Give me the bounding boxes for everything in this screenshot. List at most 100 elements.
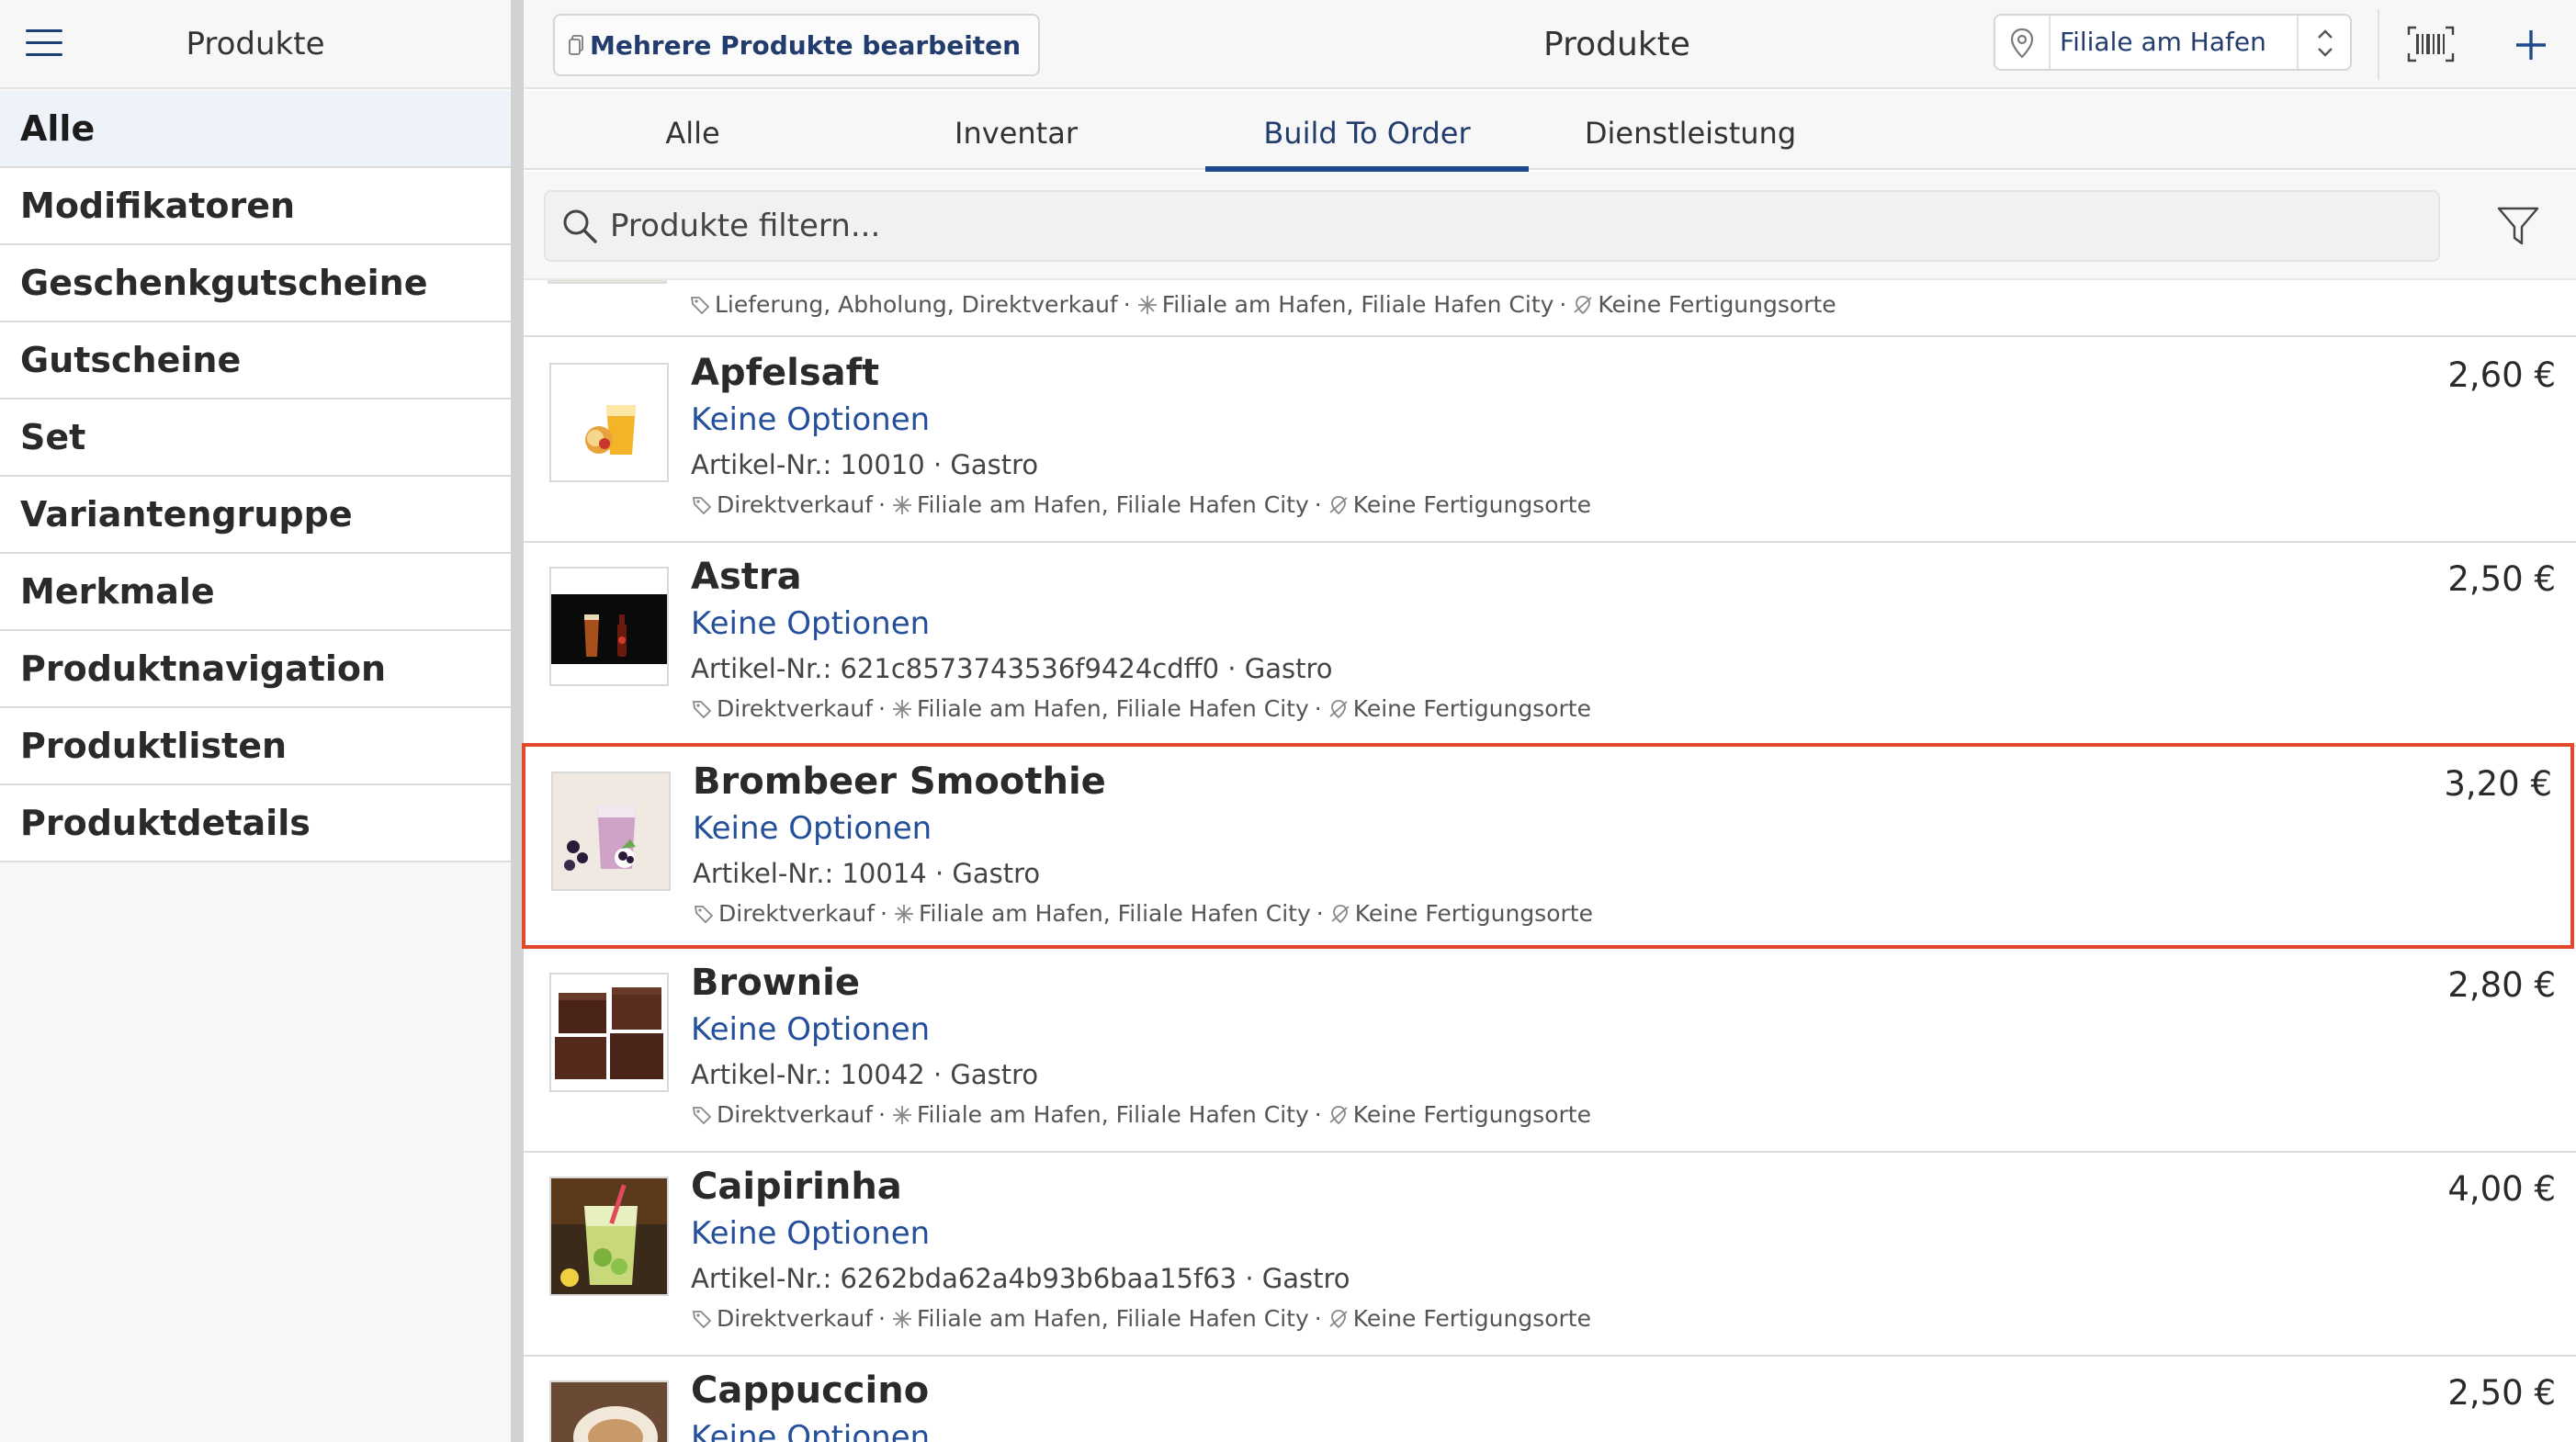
sales-channels: Direktverkauf <box>717 1101 874 1128</box>
product-price: 4,00 € <box>2447 1169 2556 1209</box>
product-name: Brombeer Smoothie <box>693 760 1106 803</box>
branches: Filiale am Hafen, Filiale Hafen City <box>917 695 1309 722</box>
tab-dienstleistung[interactable]: Dienstleistung <box>1529 91 1852 170</box>
sales-channels: Direktverkauf <box>717 491 874 518</box>
branches: Filiale am Hafen, Filiale Hafen City <box>1161 291 1554 318</box>
search-area <box>524 172 2576 280</box>
branch-icon <box>893 495 911 514</box>
product-row-apfelsaft[interactable]: Apfelsaft Keine Optionen Artikel-Nr.: 10… <box>524 339 2576 543</box>
sidebar-item-set[interactable]: Set <box>0 400 511 477</box>
product-thumbnail <box>549 1177 669 1296</box>
product-meta: Direktverkauf · Filiale am Hafen, Filial… <box>693 900 1593 927</box>
product-options: Keine Optionen <box>691 1419 931 1442</box>
sidebar-title: Produkte <box>186 26 325 62</box>
tags-icon <box>692 700 712 718</box>
branch-icon <box>893 1309 911 1328</box>
sidebar-item-alle[interactable]: Alle <box>0 91 511 168</box>
product-row-brombeer-smoothie[interactable]: Brombeer Smoothie Keine Optionen Artikel… <box>522 743 2574 949</box>
production-locations: Keine Fertigungsorte <box>1352 1305 1591 1332</box>
sidebar-item-produktlisten[interactable]: Produktlisten <box>0 708 511 785</box>
meta-separator: · <box>878 1305 886 1332</box>
branch-select-value: Filiale am Hafen <box>2060 27 2266 57</box>
meta-separator: · <box>1559 291 1567 318</box>
barcode-scanner-icon[interactable] <box>2407 26 2455 62</box>
product-thumbnail <box>549 973 669 1092</box>
product-name: Astra <box>691 556 802 598</box>
hamburger-menu-icon[interactable] <box>24 28 64 61</box>
tab-alle[interactable]: Alle <box>531 91 854 170</box>
product-price: 2,80 € <box>2447 965 2556 1005</box>
product-row-caipirinha[interactable]: Caipirinha Keine Optionen Artikel-Nr.: 6… <box>524 1153 2576 1357</box>
production-locations: Keine Fertigungsorte <box>1598 291 1836 318</box>
search-icon <box>563 209 597 243</box>
add-product-icon[interactable] <box>2508 22 2554 68</box>
branch-select-separator <box>2297 16 2299 69</box>
sales-channels: Direktverkauf <box>717 695 874 722</box>
product-price: 3,20 € <box>2444 764 2552 804</box>
sales-channels: Direktverkauf <box>717 1305 874 1332</box>
sidebar-item-gutscheine[interactable]: Gutscheine <box>0 322 511 400</box>
filter-icon[interactable] <box>2495 203 2541 249</box>
product-thumbnail <box>548 280 667 284</box>
sidebar-item-produktdetails[interactable]: Produktdetails <box>0 785 511 862</box>
product-thumbnail <box>549 567 669 686</box>
bulk-edit-button[interactable]: Mehrere Produkte bearbeiten <box>553 14 1040 76</box>
branch-icon <box>1137 295 1157 314</box>
product-meta: Direktverkauf · Filiale am Hafen, Filial… <box>691 1305 1591 1332</box>
layers-icon <box>569 35 583 55</box>
bulk-edit-label: Mehrere Produkte bearbeiten <box>590 29 1022 61</box>
tags-icon <box>694 905 714 923</box>
meta-separator: · <box>880 900 887 927</box>
sidebar-item-geschenkgutscheine[interactable]: Geschenkgutscheine <box>0 245 511 322</box>
product-sku: Artikel-Nr.: 10014 · Gastro <box>693 858 1041 889</box>
tags-icon <box>692 1310 712 1328</box>
product-price: 2,50 € <box>2447 1373 2556 1413</box>
product-sku: Artikel-Nr.: 10042 · Gastro <box>691 1059 1039 1090</box>
product-row-cappuccino[interactable]: Cappuccino Keine Optionen 2,50 € <box>524 1357 2576 1442</box>
branch-select-separator <box>2049 16 2051 69</box>
sidebar-item-modifikatoren[interactable]: Modifikatoren <box>0 168 511 245</box>
product-options: Keine Optionen <box>691 1215 931 1252</box>
tags-icon <box>692 496 712 514</box>
meta-separator: · <box>1314 1305 1322 1332</box>
main-panel: Mehrere Produkte bearbeiten Produkte Fil… <box>522 0 2576 1442</box>
product-name: Cappuccino <box>691 1369 930 1412</box>
sidebar-item-merkmale[interactable]: Merkmale <box>0 554 511 631</box>
branch-select[interactable]: Filiale am Hafen <box>1994 14 2352 71</box>
product-row-brownie[interactable]: Brownie Keine Optionen Artikel-Nr.: 1004… <box>524 949 2576 1153</box>
no-location-icon <box>1329 1309 1348 1328</box>
sidebar: Produkte Alle Modifikatoren Geschenkguts… <box>0 0 511 1442</box>
sidebar-item-variantengruppe[interactable]: Variantengruppe <box>0 477 511 554</box>
top-bar: Mehrere Produkte bearbeiten Produkte Fil… <box>524 0 2576 89</box>
product-options: Keine Optionen <box>693 810 932 847</box>
split-divider[interactable] <box>511 0 524 1442</box>
location-pin-icon <box>2010 28 2034 59</box>
sidebar-item-produktnavigation[interactable]: Produktnavigation <box>0 631 511 708</box>
product-name: Brownie <box>691 962 860 1004</box>
product-row-astra[interactable]: Astra Keine Optionen Artikel-Nr.: 621c85… <box>524 543 2576 747</box>
product-thumbnail <box>551 772 671 891</box>
meta-separator: · <box>878 695 886 722</box>
product-sku: Artikel-Nr.: 10010 · Gastro <box>691 449 1039 480</box>
sidebar-header: Produkte <box>0 0 511 89</box>
search-box <box>544 190 2440 262</box>
tags-icon <box>692 1106 712 1124</box>
toolbar-separator <box>2378 9 2379 80</box>
product-options: Keine Optionen <box>691 605 931 642</box>
branches: Filiale am Hafen, Filiale Hafen City <box>917 1305 1309 1332</box>
branches: Filiale am Hafen, Filiale Hafen City <box>919 900 1311 927</box>
search-input[interactable] <box>610 192 2411 260</box>
product-sku: Artikel-Nr.: 621c8573743536f9424cdff0 · … <box>691 653 1333 684</box>
product-price: 2,60 € <box>2447 355 2556 395</box>
list-item-partial[interactable]: Lieferung, Abholung, Direktverkauf · Fil… <box>524 280 2576 337</box>
product-meta: Direktverkauf · Filiale am Hafen, Filial… <box>691 491 1591 518</box>
sidebar-list: Alle Modifikatoren Geschenkgutscheine Gu… <box>0 91 511 862</box>
tab-build-to-order[interactable]: Build To Order <box>1205 91 1529 172</box>
sales-channels: Direktverkauf <box>718 900 876 927</box>
product-options: Keine Optionen <box>691 401 931 438</box>
tab-inventar[interactable]: Inventar <box>854 91 1178 170</box>
production-locations: Keine Fertigungsorte <box>1354 900 1593 927</box>
product-meta: Direktverkauf · Filiale am Hafen, Filial… <box>691 695 1591 722</box>
no-location-icon <box>1331 904 1350 923</box>
branch-icon <box>895 904 913 923</box>
